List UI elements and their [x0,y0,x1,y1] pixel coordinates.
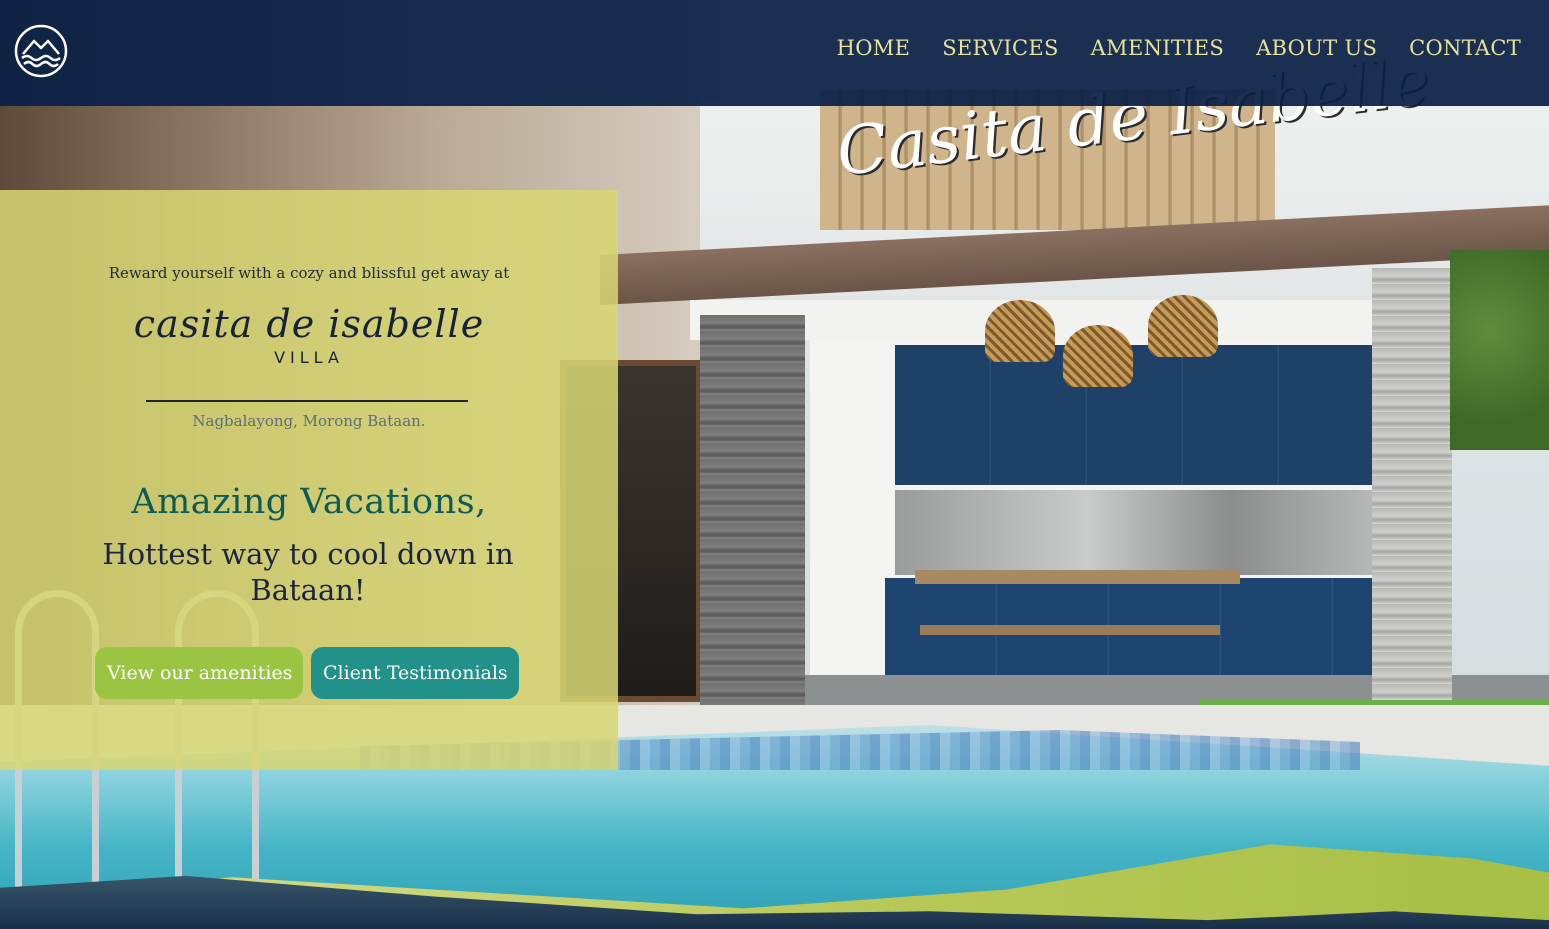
pendant-lamp-icon [1148,295,1218,357]
dining-table [915,570,1240,584]
pendant-lamp-icon [985,300,1055,362]
brand-logo: casita de isabelle VILLA [0,302,618,367]
location-text: Nagbalayong, Morong Bataan. [192,412,426,430]
divider [146,400,468,402]
garden-greenery [1450,250,1549,450]
brand-name: casita de isabelle [133,302,485,346]
brand-subtitle: VILLA [274,348,344,367]
marble-backsplash [895,490,1375,575]
waves-mountain-logo-icon[interactable] [14,24,68,78]
intro-card: Reward yourself with a cozy and blissful… [0,190,618,770]
nav-services[interactable]: SERVICES [942,36,1058,60]
dining-bench [920,625,1220,635]
client-testimonials-button[interactable]: Client Testimonials [311,647,519,699]
upper-cabinets [895,345,1375,485]
stone-pillar-right [1372,268,1452,728]
intro-tagline: Reward yourself with a cozy and blissful… [108,264,510,282]
subheadline: Hottest way to cool down in Bataan! [102,537,514,607]
view-amenities-button[interactable]: View our amenities [95,647,303,699]
headline: Amazing Vacations, [131,482,487,522]
site-header: HOME SERVICES AMENITIES ABOUT US CONTACT [0,0,1549,106]
nav-amenities[interactable]: AMENITIES [1091,36,1224,60]
nav-contact[interactable]: CONTACT [1409,36,1521,60]
nav-about-us[interactable]: ABOUT US [1256,36,1377,60]
main-nav: HOME SERVICES AMENITIES ABOUT US CONTACT [837,36,1521,60]
pendant-lamp-icon [1063,325,1133,387]
stone-pillar-left [700,315,805,710]
nav-home[interactable]: HOME [837,36,911,60]
